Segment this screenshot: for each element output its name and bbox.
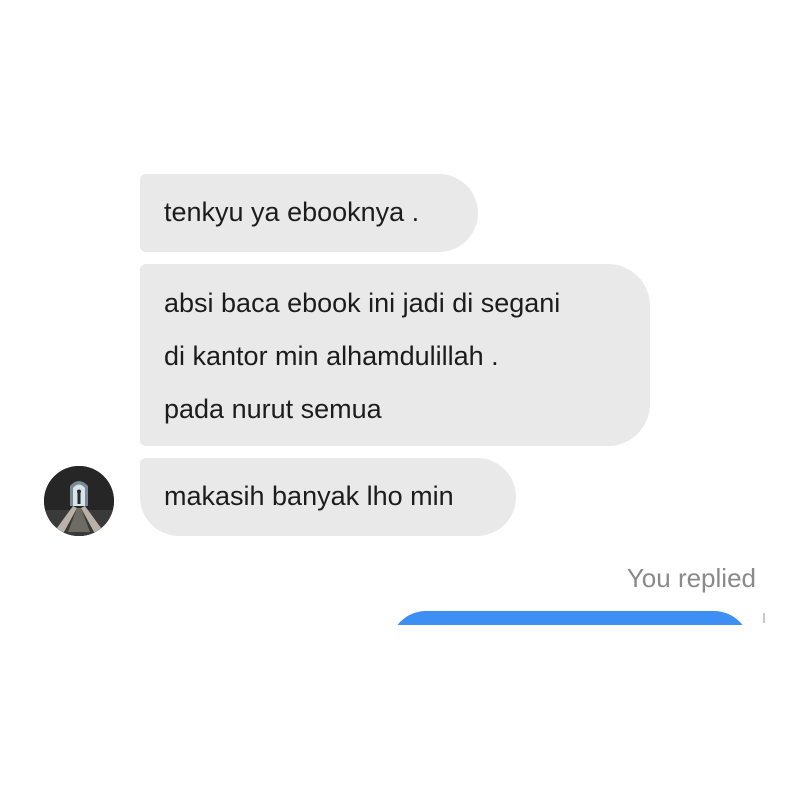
chat-thread: tenkyu ya ebooknya . absi baca ebook ini…	[0, 0, 800, 800]
message-text: di kantor min alhamdulillah .	[164, 341, 499, 371]
message-bubble[interactable]: absi baca ebook ini jadi di segani di ka…	[140, 264, 650, 446]
message-bubble[interactable]: makasih banyak lho min	[140, 458, 516, 536]
message-text: pada nurut semua	[164, 394, 382, 424]
avatar[interactable]	[44, 466, 114, 536]
message-text: makasih banyak lho min	[164, 481, 454, 511]
crop-edge	[0, 625, 800, 800]
message-bubble[interactable]: tenkyu ya ebooknya .	[140, 174, 478, 252]
scrollbar-tick	[763, 613, 765, 623]
doorway-figure-icon	[44, 466, 114, 536]
message-text: tenkyu ya ebooknya .	[164, 197, 420, 227]
you-replied-label: You replied	[626, 563, 756, 593]
message-text: absi baca ebook ini jadi di segani	[164, 288, 561, 318]
